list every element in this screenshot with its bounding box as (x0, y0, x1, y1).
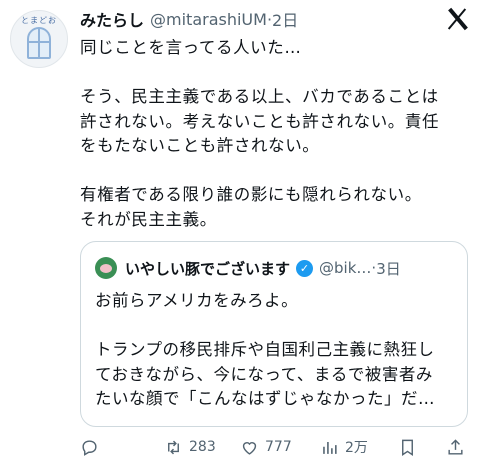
views-count: 2万 (345, 440, 368, 456)
tweet-line (80, 159, 472, 184)
share-button[interactable] (446, 432, 471, 462)
quoted-line: お前らアメリカをみろよ。 (95, 291, 299, 310)
quoted-line: トランプの移民排斥や自国利己主義に熱狂し (95, 340, 435, 359)
author-name[interactable]: みたらし (80, 7, 144, 31)
tweet-line: 許されない。考えないことも許されない。責任 (80, 111, 440, 131)
like-count: 777 (265, 439, 292, 455)
tweet-line: をもたないことも許されない。 (80, 136, 320, 155)
avatar[interactable]: とまどお (10, 10, 68, 68)
quoted-text: お前らアメリカをみろよ。 トランプの移民排斥や自国利己主義に熱狂し ておきながら… (95, 289, 455, 412)
tweet-line: そう、民主主義である以上、バカであることは (80, 87, 439, 106)
quoted-line: ておきながら、今になって、まるで被害者み (95, 364, 433, 384)
tweet-text: 同じことを言ってる人いた… そう、民主主義である以上、バカであることは 許されな… (80, 36, 472, 232)
verified-badge-icon: ✓ (296, 259, 314, 277)
tweet-line: 同じことを言ってる人いた… (80, 38, 302, 57)
bookmark-button[interactable] (398, 432, 423, 462)
window-illustration (27, 27, 51, 59)
quoted-time: 3日 (376, 259, 401, 278)
author-handle[interactable]: @mitarashiUM (150, 10, 267, 29)
bookmark-icon (402, 439, 413, 456)
like-button[interactable]: 777 (240, 432, 292, 462)
tweet-line: それが民主主義。 (80, 209, 217, 229)
retweet-count: 283 (189, 439, 216, 455)
quoted-tweet[interactable]: いやしい豚でございます ✓ @bik… · 3日 お前らアメリカをみろよ。 トラ… (80, 241, 468, 427)
tweet-line (80, 61, 472, 86)
x-logo-icon[interactable] (446, 8, 468, 30)
quoted-line (95, 314, 455, 339)
retweet-button[interactable]: 283 (164, 432, 216, 462)
avatar-tag: とまどお (21, 16, 57, 25)
retweet-icon (168, 440, 179, 454)
tweet-line: 有権者である限り誰の影にも隠れられない。 (80, 185, 422, 204)
quoted-author-name: いやしい豚でございます (125, 259, 291, 278)
reply-button[interactable] (80, 432, 105, 462)
quoted-line: たいな顔で「こんなはずじゃなかった」だ… (95, 389, 435, 408)
tweet-time[interactable]: 2日 (272, 7, 298, 31)
analytics-icon (323, 441, 337, 454)
reply-icon (82, 439, 97, 456)
quoted-handle: @bik… (319, 259, 372, 277)
tweet-header: みたらし @mitarashiUM · 2日 (80, 7, 298, 31)
share-icon (448, 438, 463, 455)
views-button[interactable]: 2万 (320, 432, 368, 462)
heart-icon (242, 441, 257, 455)
quoted-avatar (95, 257, 117, 279)
quoted-tweet-header: いやしい豚でございます ✓ @bik… · 3日 (95, 256, 401, 280)
action-bar: 283 777 2万 (80, 432, 472, 462)
